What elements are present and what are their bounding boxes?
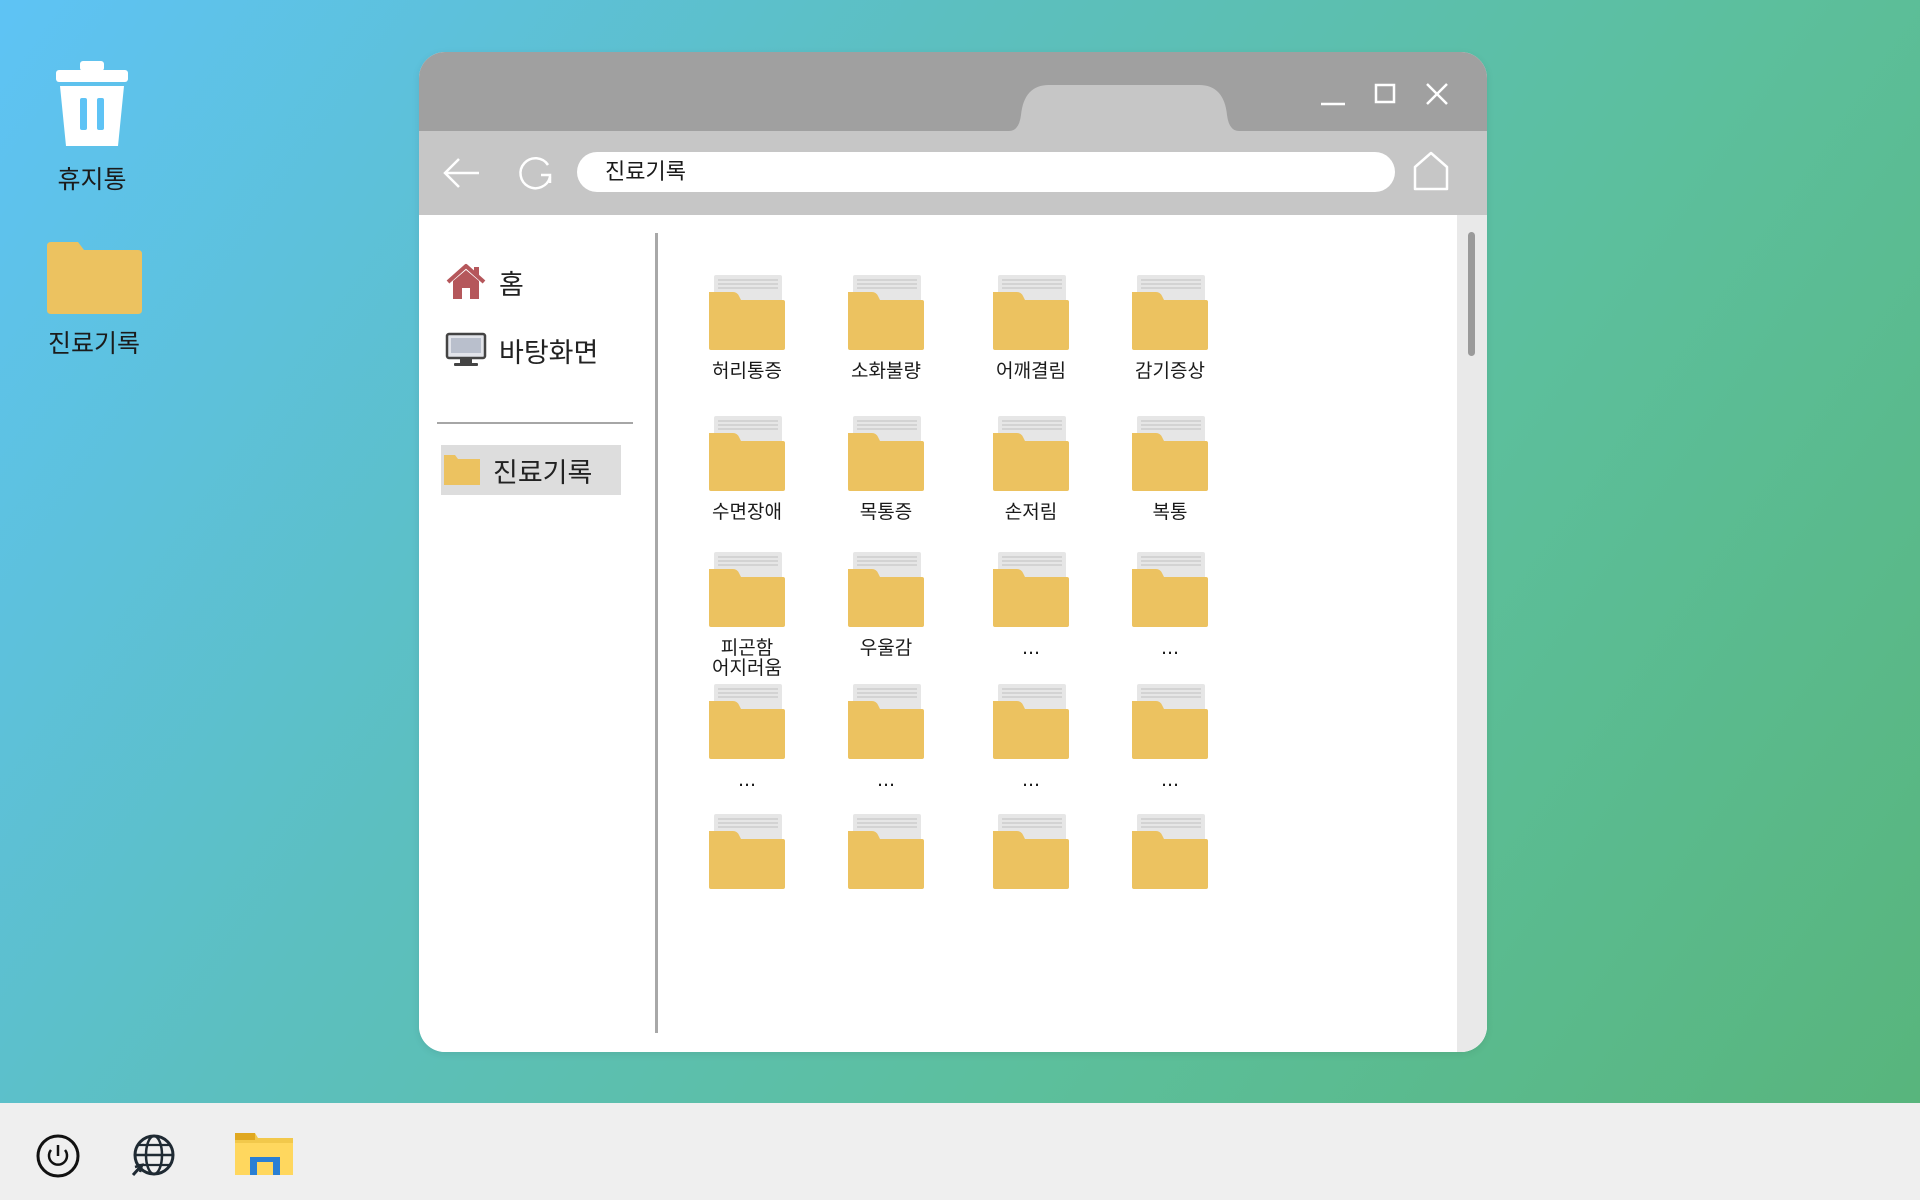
folder-icon [709,275,785,350]
folder-icon [993,814,1069,889]
sidebar: 홈 바탕화면 진료기록 [419,215,655,1052]
folder-icon [1132,275,1208,350]
window-content: 홈 바탕화면 진료기록 허리통증 소화불량 어깨결림 감기증상 수면장애 목통증… [419,215,1487,1052]
sidebar-separator [655,233,658,1033]
folder-icon [47,242,142,314]
close-icon[interactable] [1419,76,1455,112]
folder-label: 목통증 [859,501,913,523]
folder-icon [709,552,785,627]
folder-label: 복통 [1152,501,1188,523]
folder-item[interactable]: 감기증상 [1100,275,1240,381]
power-icon[interactable] [35,1133,81,1179]
folder-label: ... [1160,637,1180,659]
folder-icon [848,416,924,491]
folder-icon [993,275,1069,350]
minimize-icon[interactable] [1315,76,1351,112]
folder-item[interactable]: 복통 [1100,416,1240,522]
folder-label: ... [737,769,757,791]
refresh-icon[interactable] [515,153,557,193]
sidebar-item-records[interactable]: 진료기록 [441,445,621,495]
folder-icon [993,552,1069,627]
desktop-folder-label: 진료기록 [47,329,140,358]
folder-label: 수면장애 [712,501,782,523]
folder-item[interactable]: ... [1100,552,1240,658]
folder-icon [709,814,785,889]
maximize-icon[interactable] [1367,76,1403,112]
folder-item[interactable] [1100,814,1240,900]
folder-label: ... [1160,769,1180,791]
active-tab[interactable] [1009,85,1239,131]
folder-grid: 허리통증 소화불량 어깨결림 감기증상 수면장애 목통증 손저림 복통 피곤함 … [659,215,1467,1052]
house-icon [446,264,486,299]
folder-item[interactable]: 어깨결림 [961,275,1101,381]
folder-item[interactable]: 수면장애 [677,416,817,522]
folder-label: 피곤함 어지러움 [712,637,782,679]
folder-label: ... [1021,637,1041,659]
folder-item[interactable]: 소화불량 [816,275,956,381]
folder-label: 감기증상 [1135,360,1205,382]
file-explorer-window: 진료기록 홈 바탕화면 진료기록 허리통증 소화불량 어깨결림 감기증상 수면장… [419,52,1487,1052]
trash-icon [56,61,128,146]
folder-item[interactable] [816,814,956,900]
folder-item[interactable]: ... [1100,684,1240,790]
folder-icon [1132,684,1208,759]
desktop-records-folder[interactable]: 진료기록 [34,238,154,360]
scrollbar-thumb[interactable] [1468,232,1475,356]
globe-icon[interactable] [130,1131,178,1179]
folder-label: 우울감 [859,637,913,659]
sidebar-divider [437,422,633,424]
folder-label: 어깨결림 [996,360,1066,382]
sidebar-item-home[interactable]: 홈 [445,260,524,304]
titlebar [419,52,1487,131]
folder-item[interactable] [961,814,1101,900]
folder-label: ... [1021,769,1041,791]
folder-item[interactable]: 피곤함 어지러움 [677,552,817,678]
home-nav-icon[interactable] [1411,149,1451,193]
folder-item[interactable]: ... [961,552,1101,658]
sidebar-home-label: 홈 [499,269,524,301]
folder-item[interactable]: ... [677,684,817,790]
address-bar[interactable]: 진료기록 [577,152,1395,192]
back-arrow-icon[interactable] [441,153,483,193]
sidebar-records-label: 진료기록 [493,457,593,489]
folder-label: ... [876,769,896,791]
folder-icon [709,416,785,491]
folder-icon [1132,552,1208,627]
folder-icon [848,275,924,350]
sidebar-item-desktop[interactable]: 바탕화면 [445,328,598,372]
folder-icon [709,684,785,759]
folder-icon [1132,416,1208,491]
sidebar-desktop-label: 바탕화면 [499,337,599,369]
folder-item[interactable]: 우울감 [816,552,956,658]
folder-icon [848,684,924,759]
folder-icon [993,416,1069,491]
folder-item[interactable]: 허리통증 [677,275,817,381]
folder-label: 허리통증 [712,360,782,382]
folder-icon [848,552,924,627]
folder-icon [848,814,924,889]
folder-item[interactable]: 손저림 [961,416,1101,522]
folder-item[interactable] [677,814,817,900]
folder-label: 소화불량 [851,360,921,382]
folder-icon [993,684,1069,759]
taskbar [0,1103,1920,1200]
trash-label: 휴지통 [57,165,127,194]
folder-item[interactable]: ... [816,684,956,790]
folder-item[interactable]: ... [961,684,1101,790]
monitor-icon [445,332,487,366]
folder-item[interactable]: 목통증 [816,416,956,522]
folder-label: 손저림 [1004,501,1058,523]
file-explorer-icon[interactable] [233,1131,295,1177]
toolbar: 진료기록 [419,131,1487,215]
folder-icon [444,455,480,485]
folder-icon [1132,814,1208,889]
scrollbar[interactable] [1457,215,1487,1052]
desktop-trash[interactable]: 휴지통 [32,58,152,196]
